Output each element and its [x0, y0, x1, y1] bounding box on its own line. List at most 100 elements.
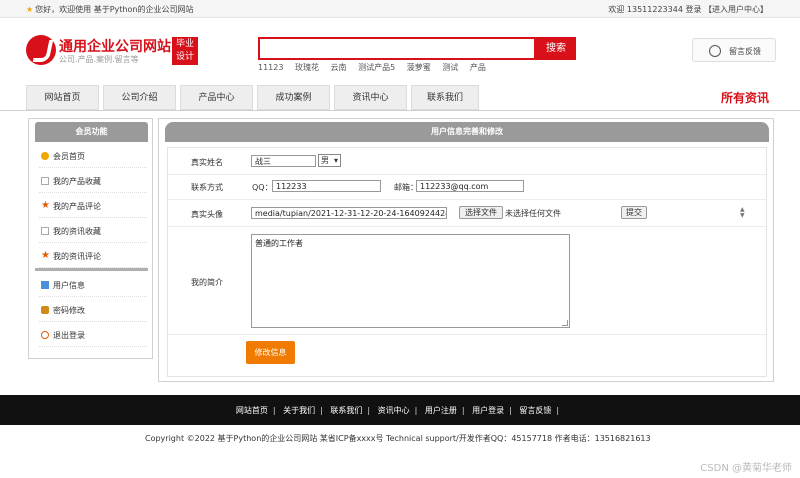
footer-separator: | — [320, 406, 323, 415]
footer-links: 网站首页 | 关于我们 | 联系我们 | 资讯中心 | 用户注册 | 用户登录 | 留言反馈… — [0, 405, 800, 416]
top-bar: ★ 您好，欢迎使用 基于Python的企业公司网站 欢迎 13511223344 … — [0, 0, 800, 18]
sidebar-item-label: 退出登录 — [53, 331, 85, 340]
contact-label: 联系方式 — [191, 183, 223, 192]
feedback-button[interactable]: 留言反馈 — [692, 38, 776, 62]
hot-word-link[interactable]: 菠萝蜜 — [407, 63, 431, 72]
sidebar-item-member-home[interactable]: 会员首页 — [39, 144, 147, 168]
footer-separator: | — [461, 406, 465, 415]
footer-separator: | — [556, 406, 560, 415]
panel-title: 用户信息完善和修改 — [165, 122, 769, 142]
sidebar-item-label: 密码修改 — [53, 306, 85, 315]
sidebar-separator — [35, 268, 148, 271]
document-icon — [41, 177, 49, 185]
hot-word-link[interactable]: 云南 — [331, 63, 347, 72]
nav-news[interactable]: 资讯中心 — [334, 85, 407, 110]
login-status-text: 欢迎 13511223344 登录 — [608, 5, 702, 14]
nav-products[interactable]: 产品中心 — [180, 85, 253, 110]
user-info-icon — [41, 281, 49, 289]
no-file-text: 未选择任何文件 — [505, 209, 561, 218]
avatar-label: 真实头像 — [191, 210, 223, 219]
sidebar-item-label: 我的资讯评论 — [53, 252, 101, 261]
watermark-text: CSDN @黄菊华老师 — [700, 463, 792, 474]
star-icon: ★ — [41, 200, 50, 211]
footer-link-register[interactable]: 用户注册 — [425, 406, 457, 415]
member-sidebar: 会员功能 会员首页 我的产品收藏 ★ 我的产品评论 我的资讯收藏 ★ 我的资讯评… — [28, 118, 153, 359]
logo-badge: 毕业 设计 — [172, 37, 198, 65]
gender-selected-value: 男 — [321, 156, 329, 165]
all-news-label: 所有资讯 — [721, 91, 770, 105]
footer-separator: | — [367, 406, 371, 415]
footer-link-about[interactable]: 关于我们 — [283, 406, 315, 415]
logo-subtitle: 公司.产品.案例.留言等 — [59, 55, 139, 64]
star-icon: ★ — [26, 5, 34, 14]
sidebar-item-logout[interactable]: 退出登录 — [39, 323, 147, 347]
sidebar-item-label: 会员首页 — [53, 152, 85, 161]
scroll-spinner-icon[interactable]: ▲ ▼ — [740, 207, 746, 219]
choose-file-button[interactable]: 选择文件 — [459, 206, 503, 219]
welcome-text: ★ 您好，欢迎使用 基于Python的企业公司网站 — [26, 4, 193, 15]
hot-word-link[interactable]: 测试产品5 — [358, 63, 395, 72]
lock-icon — [41, 306, 49, 314]
footer-link-news[interactable]: 资讯中心 — [378, 406, 410, 415]
hot-word-link[interactable]: 产品 — [470, 63, 486, 72]
sidebar-item-news-favorites[interactable]: 我的资讯收藏 — [39, 219, 147, 243]
sidebar-item-label: 我的产品收藏 — [53, 177, 101, 186]
nav-contact[interactable]: 联系我们 — [411, 85, 479, 110]
power-icon — [41, 331, 49, 339]
sidebar-item-product-favorites[interactable]: 我的产品收藏 — [39, 169, 147, 193]
copyright-text: Copyright ©2022 基于Python的企业公司网站 某省ICP备xx… — [145, 434, 651, 443]
gender-select[interactable]: 男 ▾ — [318, 154, 341, 167]
real-name-input[interactable]: 战三 — [251, 155, 316, 167]
search-input[interactable] — [258, 37, 536, 60]
footer-link-contact[interactable]: 联系我们 — [330, 406, 362, 415]
row-divider — [166, 226, 766, 227]
chevron-down-icon: ▾ — [333, 156, 338, 165]
hot-words: 11123 玫瑰花 云南 测试产品5 菠萝蜜 测试 产品 — [258, 62, 495, 73]
row-divider — [166, 199, 766, 200]
sidebar-item-label: 我的资讯收藏 — [53, 227, 101, 236]
feedback-label: 留言反馈 — [729, 47, 761, 56]
footer-separator: | — [414, 406, 418, 415]
nav-divider — [0, 110, 800, 111]
sidebar-item-label: 我的产品评论 — [53, 202, 101, 211]
qq-input[interactable]: 112233 — [272, 180, 381, 192]
sidebar-item-user-info[interactable]: 用户信息 — [39, 273, 147, 297]
star-icon: ★ — [41, 250, 50, 261]
update-info-button[interactable]: 修改信息 — [246, 341, 295, 364]
page: ★ 您好，欢迎使用 基于Python的企业公司网站 欢迎 13511223344 … — [0, 0, 800, 478]
user-center-link[interactable]: 【进入用户中心】 — [704, 5, 768, 14]
nav-cases[interactable]: 成功案例 — [257, 85, 330, 110]
greeting-label: 您好，欢迎使用 基于Python的企业公司网站 — [35, 5, 194, 14]
search-button[interactable]: 搜索 — [536, 37, 576, 60]
intro-textarea[interactable]: 普通的工作者 — [251, 234, 570, 328]
name-label: 真实姓名 — [191, 158, 223, 167]
upload-avatar-button[interactable]: 提交 — [621, 206, 647, 219]
footer-link-feedback[interactable]: 留言反馈 — [519, 406, 551, 415]
footer-link-login[interactable]: 用户登录 — [472, 406, 504, 415]
row-divider — [166, 174, 766, 175]
sidebar-item-news-comments[interactable]: ★ 我的资讯评论 — [39, 244, 147, 268]
nav-home[interactable]: 网站首页 — [26, 85, 99, 110]
footer-separator: | — [509, 406, 512, 415]
email-label: 邮箱： — [394, 183, 418, 192]
user-status: 欢迎 13511223344 登录 【进入用户中心】 — [608, 4, 768, 15]
intro-text: 普通的工作者 — [255, 239, 303, 248]
nav-about[interactable]: 公司介绍 — [103, 85, 176, 110]
sidebar-item-change-password[interactable]: 密码修改 — [39, 298, 147, 322]
hot-word-link[interactable]: 11123 — [258, 63, 283, 72]
sidebar-item-product-comments[interactable]: ★ 我的产品评论 — [39, 194, 147, 218]
home-circle-icon — [41, 152, 49, 160]
hot-word-link[interactable]: 测试 — [442, 63, 458, 72]
email-input[interactable]: 112233@qq.com — [416, 180, 524, 192]
logo-icon — [26, 35, 56, 65]
customer-service-icon — [709, 45, 721, 57]
logo-title: 通用企业公司网站 — [59, 39, 171, 55]
avatar-path-input[interactable]: media/tupian/2021-12-31-12-20-24-1640924… — [251, 207, 447, 219]
footer-link-home[interactable]: 网站首页 — [236, 406, 268, 415]
badge-line-1: 毕业 — [175, 39, 194, 49]
badge-line-2: 设计 — [175, 52, 194, 62]
intro-label: 我的简介 — [191, 278, 223, 287]
hot-word-link[interactable]: 玫瑰花 — [295, 63, 319, 72]
row-divider — [166, 334, 766, 335]
resize-grip-icon[interactable] — [562, 320, 568, 326]
